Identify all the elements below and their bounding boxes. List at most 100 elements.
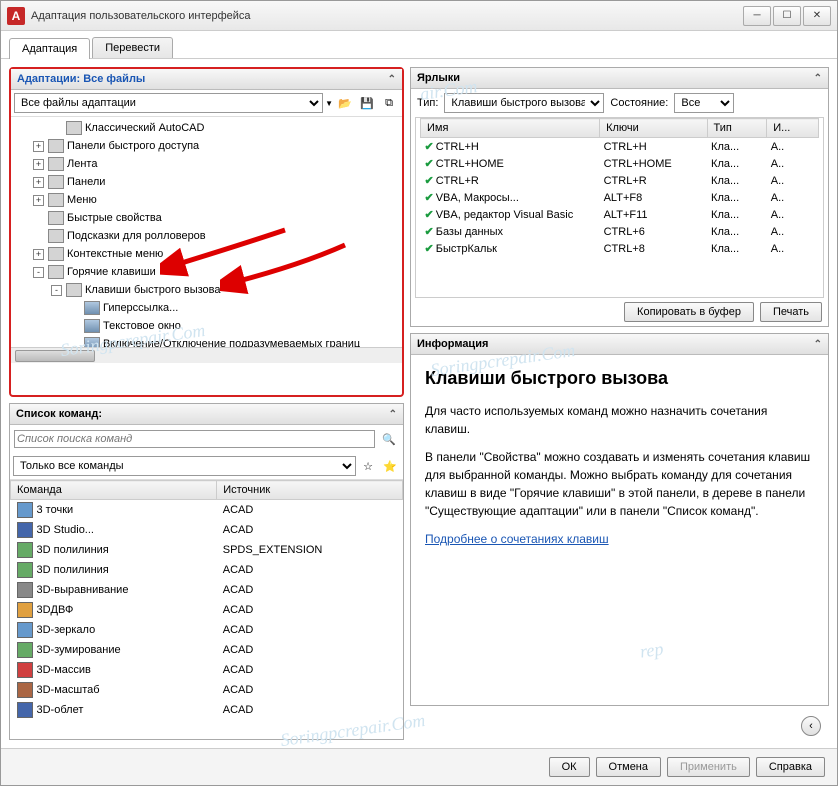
adaptations-tree[interactable]: Классический AutoCAD+Панели быстрого дос… [11,117,402,347]
tree-item[interactable]: + Контекстные меню [15,245,398,263]
more-link[interactable]: Подробнее о сочетаниях клавиш [425,532,609,546]
tree-item[interactable]: +Меню [15,191,398,209]
collapse-all-button[interactable]: ‹ [801,716,821,736]
collapse-icon[interactable]: ⌃ [389,409,397,420]
table-row[interactable]: 3D полилинияSPDS_EXTENSION [11,540,403,560]
copy-buffer-button[interactable]: Копировать в буфер [624,302,754,322]
shortcuts-panel: Ярлыки⌃ Тип: Клавиши быстрого вызова Сос… [410,67,829,327]
table-row[interactable]: ✔CTRL+RCTRL+RКла...A.. [421,172,819,189]
tree-item[interactable]: Подсказки для ролловеров [15,227,398,245]
cancel-button[interactable]: Отмена [596,757,661,777]
tree-item[interactable]: - Горячие клавиши [15,263,398,281]
table-row[interactable]: ✔CTRL+HCTRL+HКла...A.. [421,138,819,156]
tree-label: Контекстные меню [67,245,163,263]
adaptations-dropdown[interactable]: Все файлы адаптации [14,93,323,113]
col-source[interactable]: Источник [217,481,403,500]
table-row[interactable]: 3D-выравниваниеACAD [11,580,403,600]
tree-item[interactable]: -Клавиши быстрого вызова [15,281,398,299]
command-filter-dropdown[interactable]: Только все команды [13,456,356,476]
tree-expander[interactable]: + [33,195,44,206]
col-name[interactable]: Имя [421,119,600,138]
table-row[interactable]: ✔VBA, редактор Visual BasicALT+F11Кла...… [421,206,819,223]
command-name: 3D-зумирование [37,644,121,656]
sync-icon[interactable]: ⧉ [379,93,399,113]
save-icon[interactable]: 💾 [357,93,377,113]
tree-item[interactable]: Текстовое окно [15,317,398,335]
tree-expander[interactable] [69,339,80,348]
collapse-icon[interactable]: ⌃ [814,73,822,84]
tab-adaptation[interactable]: Адаптация [9,38,90,59]
tree-item[interactable]: Гиперссылка... [15,299,398,317]
tree-expander[interactable]: - [51,285,62,296]
check-icon: ✔ [425,243,434,255]
col-type[interactable]: Тип [707,119,767,138]
tree-expander[interactable]: + [33,177,44,188]
table-row[interactable]: 3D-зумирование ACAD [11,640,403,660]
table-row[interactable]: 3D-зеркалоACAD [11,620,403,640]
tree-expander[interactable]: + [33,159,44,170]
collapse-icon[interactable]: ⌃ [814,339,822,350]
table-row[interactable]: 3D Studio...ACAD [11,520,403,540]
table-row[interactable]: 3D-облетACAD [11,700,403,720]
apply-button[interactable]: Применить [667,757,750,777]
commands-table: Команда Источник 3 точкиACAD3D Studio...… [10,480,403,720]
tree-expander[interactable] [51,123,62,134]
tree-item[interactable]: Быстрые свойства [15,209,398,227]
open-icon[interactable]: 📂 [335,93,355,113]
table-row[interactable]: 3DДВФACAD [11,600,403,620]
sc-keys: CTRL+R [600,172,707,189]
sc-name: VBA, редактор Visual Basic [436,209,574,221]
state-dropdown[interactable]: Все [674,93,734,113]
command-name: 3D-масштаб [37,684,100,696]
sc-src: A.. [767,155,819,172]
tree-item[interactable]: + Лента [15,155,398,173]
search-icon[interactable]: 🔍 [379,429,399,449]
star-outline-icon[interactable]: ☆ [358,456,378,476]
commands-title: Список команд: [16,408,102,420]
tree-item[interactable]: +Панели быстрого доступа [15,137,398,155]
minimize-button[interactable]: ─ [743,6,771,26]
tree-label: Текстовое окно [103,317,181,335]
tree-label: Горячие клавиши [67,263,156,281]
table-row[interactable]: 3 точкиACAD [11,500,403,521]
help-button[interactable]: Справка [756,757,825,777]
table-row[interactable]: ✔Базы данныхCTRL+6Кла...A.. [421,223,819,240]
tree-hscroll[interactable] [11,347,402,363]
tree-expander[interactable] [69,303,80,314]
collapse-icon[interactable]: ⌃ [388,74,396,85]
tree-expander[interactable]: + [33,249,44,260]
close-button[interactable]: ✕ [803,6,831,26]
tree-expander[interactable] [33,231,44,242]
command-source: ACAD [217,640,403,660]
table-row[interactable]: 3D-масштабACAD [11,680,403,700]
command-search-input[interactable] [14,430,375,448]
tree-expander[interactable] [69,321,80,332]
table-row[interactable]: 3D-массивACAD [11,660,403,680]
tree-expander[interactable]: + [33,141,44,152]
shortcuts-title: Ярлыки [417,72,460,84]
print-button[interactable]: Печать [760,302,822,322]
tree-item[interactable]: Классический AutoCAD [15,119,398,137]
tree-expander[interactable]: - [33,267,44,278]
tree-item[interactable]: Включение/Отключение подразумеваемых гра… [15,335,398,347]
tree-node-icon [48,211,64,225]
ok-button[interactable]: ОК [549,757,590,777]
table-row[interactable]: ✔БыстрКалькCTRL+8Кла...A.. [421,240,819,257]
tree-item[interactable]: +Панели [15,173,398,191]
table-row[interactable]: ✔VBA, Макросы...ALT+F8Кла...A.. [421,189,819,206]
col-src[interactable]: И... [767,119,819,138]
table-row[interactable]: ✔CTRL+HOMECTRL+HOMEКла...A.. [421,155,819,172]
col-keys[interactable]: Ключи [600,119,707,138]
star-icon[interactable]: ⭐ [380,456,400,476]
tree-label: Лента [67,155,97,173]
sc-type: Кла... [707,223,767,240]
type-dropdown[interactable]: Клавиши быстрого вызова [444,93,604,113]
table-row[interactable]: 3D полилинияACAD [11,560,403,580]
maximize-button[interactable]: ☐ [773,6,801,26]
tab-translate[interactable]: Перевести [92,37,173,58]
tree-expander[interactable] [33,213,44,224]
col-command[interactable]: Команда [11,481,217,500]
info-panel: Информация⌃ Клавиши быстрого вызова Для … [410,333,829,706]
command-source: ACAD [217,620,403,640]
sc-keys: CTRL+HOME [600,155,707,172]
